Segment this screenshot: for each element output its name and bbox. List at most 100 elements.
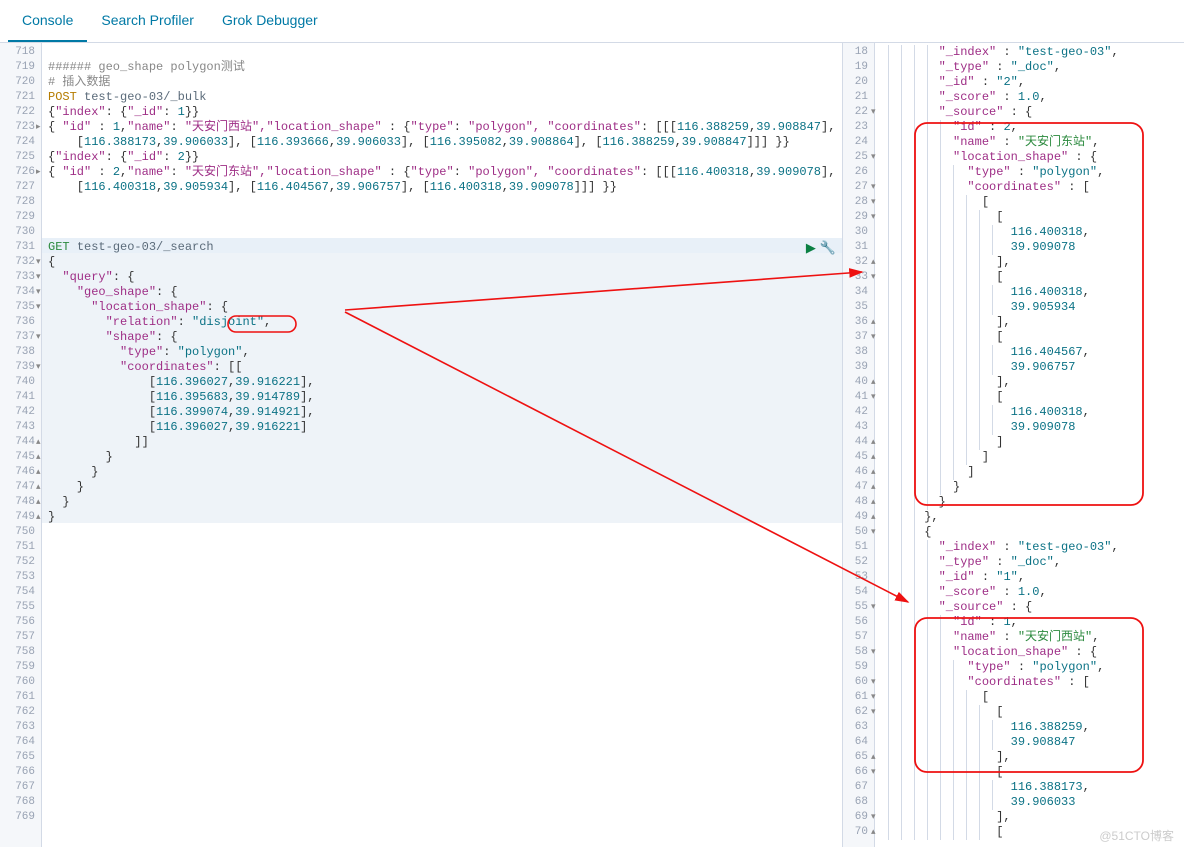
code-line xyxy=(48,735,842,750)
code-line: "type" : "polygon", xyxy=(881,660,1184,675)
code-line: ▾ [ xyxy=(881,330,1184,345)
code-line: 116.400318, xyxy=(881,405,1184,420)
code-line: "_score" : 1.0, xyxy=(881,90,1184,105)
code-line xyxy=(48,525,842,540)
code-line: 116.388259, xyxy=(881,720,1184,735)
code-line xyxy=(48,570,842,585)
tab-console[interactable]: Console xyxy=(8,0,87,42)
response-pane: 1819202122232425262728293031323334353637… xyxy=(843,43,1184,847)
code-line: ▾ [ xyxy=(881,390,1184,405)
response-viewer[interactable]: "_index" : "test-geo-03", "_type" : "_do… xyxy=(875,43,1184,847)
code-line: "_id" : "1", xyxy=(881,570,1184,585)
code-line: ▾ [ xyxy=(881,210,1184,225)
code-line xyxy=(48,810,842,825)
code-line: 116.388173, xyxy=(881,780,1184,795)
code-line: 39.906033 xyxy=(881,795,1184,810)
code-line xyxy=(48,675,842,690)
code-line: ▾ "_source" : { xyxy=(881,600,1184,615)
code-line: ▴ ], xyxy=(881,750,1184,765)
code-line: "_index" : "test-geo-03", xyxy=(881,540,1184,555)
code-line: ▾ [ xyxy=(881,705,1184,720)
code-line: ▾ "location_shape" : { xyxy=(881,645,1184,660)
code-line: 39.908847 xyxy=(881,735,1184,750)
code-line: ▴ } xyxy=(48,480,842,495)
tab-grok-debugger[interactable]: Grok Debugger xyxy=(208,0,332,42)
code-line: [116.396027,39.916221] xyxy=(48,420,842,435)
code-line: ▴ ], xyxy=(881,375,1184,390)
code-line: ###### geo_shape polygon测试 xyxy=(48,60,842,75)
code-line: ▾ { xyxy=(881,525,1184,540)
code-line xyxy=(48,780,842,795)
code-line: "name" : "天安门西站", xyxy=(881,630,1184,645)
code-line: ▸{ "id" : 2,"name": "天安门东站","location_sh… xyxy=(48,165,842,180)
code-line: ▾ "coordinates": [[ xyxy=(48,360,842,375)
code-line: ▴ } xyxy=(48,495,842,510)
code-line xyxy=(48,195,842,210)
code-line: ▴ ] xyxy=(881,465,1184,480)
code-line: [116.395683,39.914789], xyxy=(48,390,842,405)
code-line: # 插入数据 xyxy=(48,75,842,90)
code-line xyxy=(48,225,842,240)
request-pane: 7187197207217227237247257267277287297307… xyxy=(0,43,843,847)
code-line: ▾ "geo_shape": { xyxy=(48,285,842,300)
code-line: "_index" : "test-geo-03", xyxy=(881,45,1184,60)
code-line: ▴ }, xyxy=(881,510,1184,525)
code-line: ▾ "coordinates" : [ xyxy=(881,675,1184,690)
watermark: @51CTO博客 xyxy=(1099,827,1174,844)
code-line xyxy=(48,825,842,840)
code-line xyxy=(48,840,842,855)
code-line xyxy=(48,585,842,600)
code-line: "_id" : "2", xyxy=(881,75,1184,90)
code-line xyxy=(48,210,842,225)
tab-bar: Console Search Profiler Grok Debugger xyxy=(0,0,1184,43)
code-line: ▾ [ xyxy=(881,690,1184,705)
code-line: ▾ "coordinates" : [ xyxy=(881,180,1184,195)
code-line: ▾ [ xyxy=(881,270,1184,285)
code-line: ▾{ xyxy=(48,255,842,270)
code-line: GET test-geo-03/_search▶🔧 xyxy=(48,240,842,255)
code-line: "id" : 2, xyxy=(881,120,1184,135)
code-line: [116.388173,39.906033], [116.393666,39.9… xyxy=(48,135,842,150)
code-line: "_score" : 1.0, xyxy=(881,585,1184,600)
code-line: "type" : "polygon", xyxy=(881,165,1184,180)
code-line xyxy=(48,600,842,615)
code-line: ▴ ] xyxy=(881,450,1184,465)
code-line: ▾ "shape": { xyxy=(48,330,842,345)
code-line: 39.909078 xyxy=(881,420,1184,435)
code-line: ▾ "location_shape": { xyxy=(48,300,842,315)
code-line: ▾ "location_shape" : { xyxy=(881,150,1184,165)
code-line: "name" : "天安门东站", xyxy=(881,135,1184,150)
code-line: "_type" : "_doc", xyxy=(881,60,1184,75)
code-line: ▴ } xyxy=(881,480,1184,495)
code-line: ▾ "query": { xyxy=(48,270,842,285)
code-line: [116.400318,39.905934], [116.404567,39.9… xyxy=(48,180,842,195)
code-line xyxy=(48,615,842,630)
run-query-button[interactable]: ▶ xyxy=(806,241,816,256)
code-line: ▴ } xyxy=(48,465,842,480)
code-line xyxy=(48,555,842,570)
code-line: ▴ ]] xyxy=(48,435,842,450)
code-line: "type": "polygon", xyxy=(48,345,842,360)
code-line xyxy=(48,795,842,810)
code-line xyxy=(48,45,842,60)
code-line: ▴ ], xyxy=(881,255,1184,270)
tab-search-profiler[interactable]: Search Profiler xyxy=(87,0,208,42)
code-line: ▾ ], xyxy=(881,810,1184,825)
code-line: ▴ ] xyxy=(881,435,1184,450)
code-line xyxy=(48,705,842,720)
code-line: [116.399074,39.914921], xyxy=(48,405,842,420)
code-line: {"index": {"_id": 2}} xyxy=(48,150,842,165)
code-line: ▾ "_source" : { xyxy=(881,105,1184,120)
options-button[interactable]: 🔧 xyxy=(820,241,836,256)
code-line xyxy=(48,720,842,735)
code-line: ▾ [ xyxy=(881,765,1184,780)
code-line: ▴ ], xyxy=(881,315,1184,330)
code-line: ▴ } xyxy=(48,450,842,465)
code-line: 116.400318, xyxy=(881,285,1184,300)
code-line: POST test-geo-03/_bulk xyxy=(48,90,842,105)
code-line: 39.906757 xyxy=(881,360,1184,375)
request-editor[interactable]: ###### geo_shape polygon测试# 插入数据POST tes… xyxy=(42,43,842,847)
code-line xyxy=(48,765,842,780)
code-line: "_type" : "_doc", xyxy=(881,555,1184,570)
code-line: 39.909078 xyxy=(881,240,1184,255)
